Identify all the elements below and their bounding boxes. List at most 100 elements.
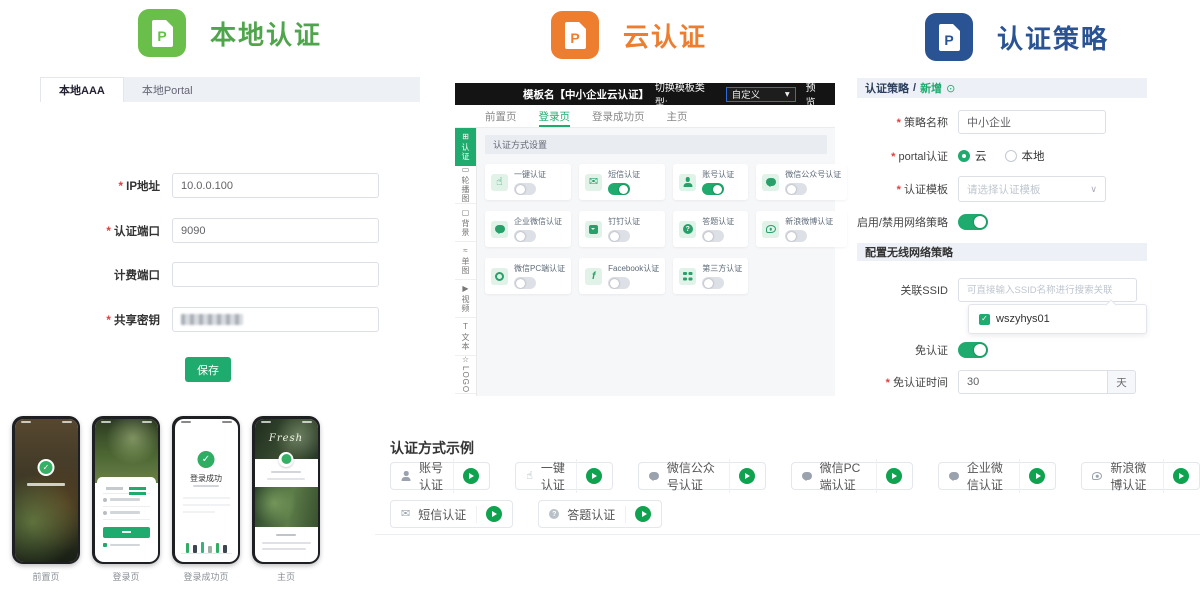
method-toggle[interactable] — [514, 230, 536, 242]
tab-local-portal[interactable]: 本地Portal — [124, 77, 211, 102]
method-toggle[interactable] — [785, 230, 807, 242]
masked-secret-value — [181, 314, 243, 325]
editor-sidebar: ⊞ 认证 ▭ 轮播图 ▢ 背景 ≈ 单图 ▶ 视频 T 文本 ☆ LOGO — [455, 128, 477, 396]
method-toggle[interactable] — [702, 277, 724, 289]
example-weibo-auth[interactable]: 新浪微博认证 — [1081, 462, 1200, 490]
examples-row-2: ✉ 短信认证 答题认证 — [390, 500, 662, 528]
example-wecom-auth[interactable]: 企业微信认证 — [938, 462, 1057, 490]
radio-cloud[interactable] — [958, 150, 970, 162]
phone-screen: Fresh — [255, 419, 318, 562]
play-icon[interactable] — [886, 468, 902, 484]
doc-letter: P — [152, 20, 173, 47]
sidebar-label: 认证 — [460, 143, 471, 161]
example-label: 账号认证 — [419, 459, 454, 493]
play-icon[interactable] — [586, 468, 602, 484]
ssid-option[interactable]: wszyhys01 — [996, 313, 1050, 325]
weibo-icon — [1092, 472, 1102, 480]
tab-login-page[interactable]: 登录页 — [539, 105, 571, 127]
sidebar-label: 背景 — [460, 219, 471, 237]
secret-input[interactable] — [172, 307, 379, 332]
method-toggle[interactable] — [785, 183, 807, 195]
sidebar-item-background[interactable]: ▢ 背景 — [455, 204, 476, 242]
shelf-photo — [95, 419, 158, 483]
method-card-wechat-pc: 微信PC端认证 — [485, 258, 571, 294]
example-label: 短信认证 — [418, 506, 477, 523]
field-row-auth-port: 认证端口 — [42, 218, 379, 243]
policy-name-row: 策略名称 — [855, 110, 1106, 134]
doc-letter: P — [565, 22, 586, 49]
phone-caption: 登录页 — [92, 570, 160, 583]
status-bar — [101, 421, 152, 424]
sidebar-item-image[interactable]: ≈ 单图 — [455, 242, 476, 280]
method-label: 钉钉认证 — [608, 216, 640, 227]
phone-mockup-front-page — [12, 416, 80, 564]
field-row-secret: 共享密钥 — [42, 307, 379, 332]
free-auth-time-input[interactable] — [958, 370, 1108, 394]
save-button[interactable]: 保存 — [185, 357, 231, 382]
method-card-wecom: 企业微信认证 — [485, 211, 571, 247]
example-onekey-auth[interactable]: ☝ 一键认证 — [515, 462, 613, 490]
cloud-auth-header: P 云认证 — [551, 11, 707, 59]
play-icon[interactable] — [1173, 468, 1189, 484]
wechat-pc-icon — [491, 268, 508, 285]
play-icon[interactable] — [739, 468, 755, 484]
radio-cloud-label[interactable]: 云 — [975, 148, 987, 164]
method-toggle[interactable] — [608, 277, 630, 289]
auth-template-select[interactable]: 请选择认证模板 ∨ — [958, 176, 1106, 202]
template-type-select[interactable]: 自定义 ▾ — [726, 87, 796, 102]
example-sms-auth[interactable]: ✉ 短信认证 — [390, 500, 513, 528]
sidebar-item-carousel[interactable]: ▭ 轮播图 — [455, 166, 476, 204]
star-icon: ☆ — [462, 356, 469, 364]
breadcrumb-root[interactable]: 认证策略 — [865, 80, 909, 96]
example-label: 一键认证 — [541, 459, 577, 493]
sidebar-item-logo[interactable]: ☆ LOGO — [455, 356, 476, 394]
method-card-sms: ✉ 短信认证 — [579, 164, 665, 200]
method-toggle[interactable] — [702, 183, 724, 195]
example-quiz-auth[interactable]: 答题认证 — [538, 500, 662, 528]
example-label: 企业微信认证 — [967, 459, 1021, 493]
radio-local[interactable] — [1005, 150, 1017, 162]
auth-port-label: 认证端口 — [42, 223, 172, 239]
policy-name-input[interactable] — [958, 110, 1106, 134]
sidebar-item-video[interactable]: ▶ 视频 — [455, 280, 476, 318]
examples-title: 认证方式示例 — [390, 438, 474, 458]
example-wechat-mp-auth[interactable]: 微信公众号认证 — [638, 462, 766, 490]
people-illustration — [181, 532, 232, 554]
example-account-auth[interactable]: 账号认证 — [390, 462, 490, 490]
method-toggle[interactable] — [608, 183, 630, 195]
facebook-icon: f — [585, 268, 602, 285]
radio-local-label[interactable]: 本地 — [1022, 148, 1045, 164]
portal-auth-label: portal认证 — [855, 148, 958, 164]
acct-port-input[interactable] — [172, 262, 379, 287]
tab-front-page[interactable]: 前置页 — [485, 105, 517, 127]
wireless-section-title: 配置无线网络策略 — [857, 243, 1147, 261]
example-label: 答题认证 — [567, 506, 626, 523]
free-auth-toggle[interactable] — [958, 342, 988, 358]
auth-template-label: 认证模板 — [855, 181, 958, 197]
portal-auth-row: portal认证 云 本地 — [855, 148, 1063, 164]
enable-policy-toggle[interactable] — [958, 214, 988, 230]
tab-local-aaa[interactable]: 本地AAA — [40, 77, 124, 102]
method-toggle[interactable] — [514, 277, 536, 289]
play-icon[interactable] — [635, 506, 651, 522]
sidebar-item-auth[interactable]: ⊞ 认证 — [455, 128, 476, 166]
sidebar-label: 视频 — [460, 295, 471, 313]
play-icon[interactable] — [486, 506, 502, 522]
login-button — [103, 527, 150, 538]
checkbox-checked-icon[interactable] — [979, 314, 990, 325]
tab-login-success-page[interactable]: 登录成功页 — [592, 105, 645, 127]
tab-home-page[interactable]: 主页 — [667, 105, 688, 127]
sidebar-item-text[interactable]: T 文本 — [455, 318, 476, 356]
method-toggle[interactable] — [608, 230, 630, 242]
play-icon[interactable] — [1029, 468, 1045, 484]
text-icon: T — [463, 323, 468, 331]
mail-icon: ✉ — [585, 174, 602, 191]
phone-screen — [15, 419, 78, 562]
method-toggle[interactable] — [514, 183, 536, 195]
auth-port-input[interactable] — [172, 218, 379, 243]
example-wechat-pc-auth[interactable]: 微信PC端认证 — [791, 462, 913, 490]
policy-header: P 认证策略 — [925, 13, 1109, 61]
play-icon[interactable] — [463, 468, 479, 484]
method-toggle[interactable] — [702, 230, 724, 242]
ip-input[interactable] — [172, 173, 379, 198]
